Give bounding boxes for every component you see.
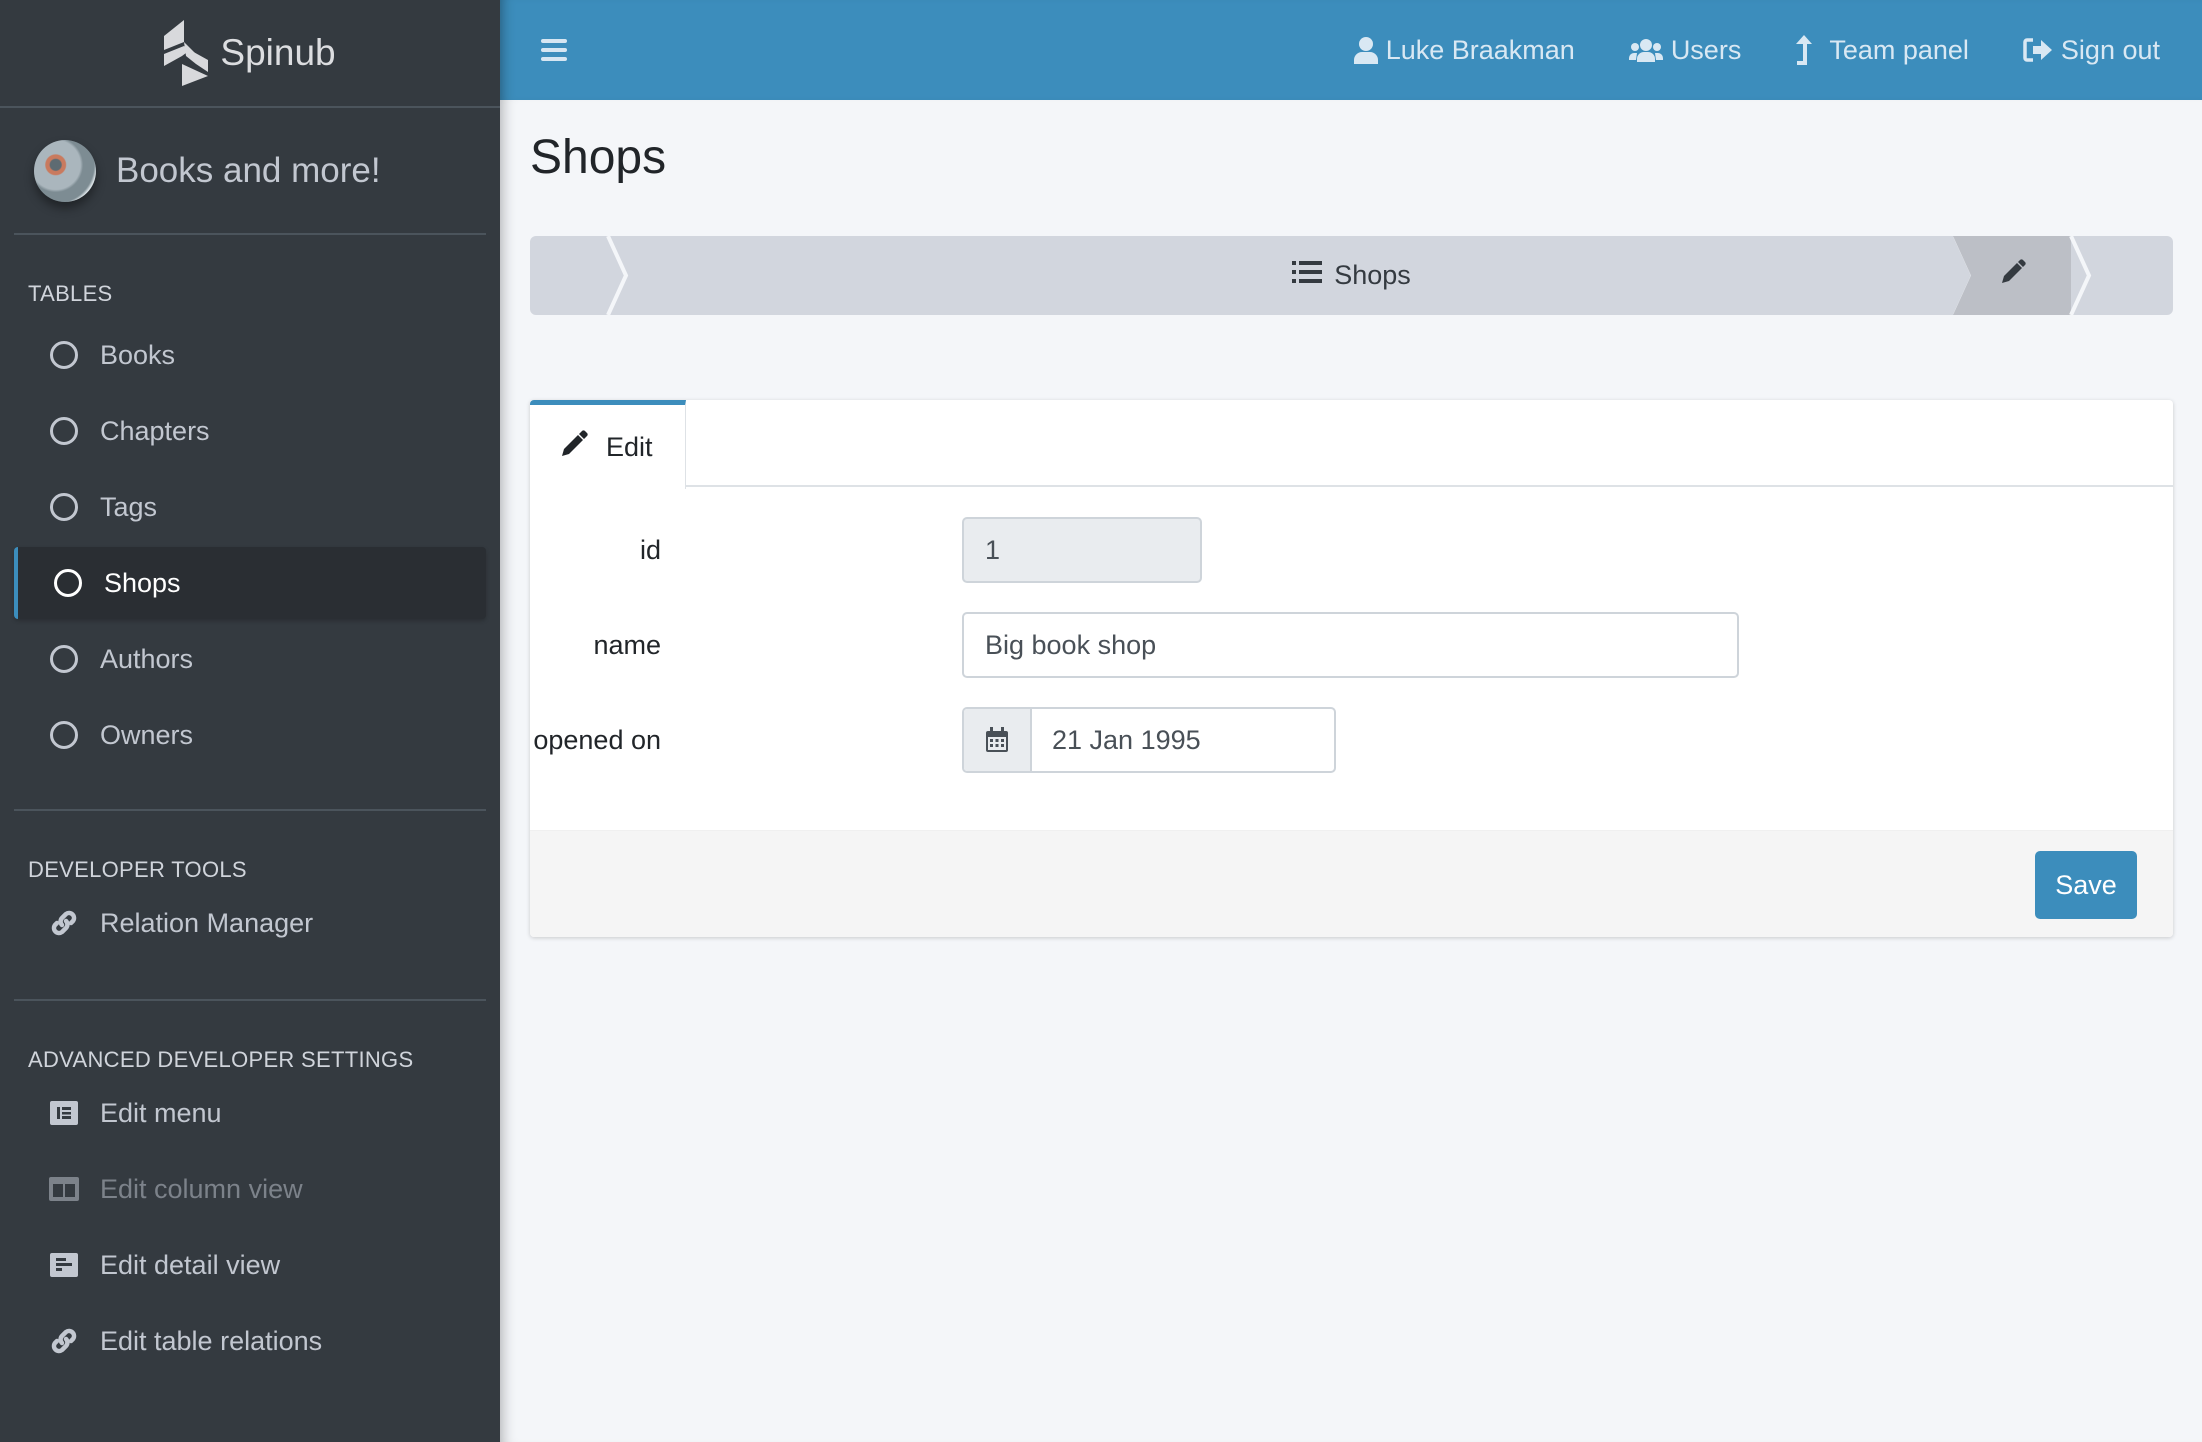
sidebar-item-label: Authors (100, 643, 194, 674)
sidebar-divider (14, 809, 486, 811)
form-row-id: id 1 (530, 517, 2173, 583)
breadcrumb-separator (2069, 236, 2092, 315)
section-header-developer-tools: DEVELOPER TOOLS (28, 857, 247, 882)
sign-out-link[interactable]: Sign out (2023, 35, 2160, 66)
sidebar-item-authors[interactable]: Authors (14, 623, 486, 695)
circle-icon (53, 568, 83, 598)
hamburger-menu-button[interactable] (541, 39, 567, 61)
tab-bar: Edit (530, 400, 2173, 489)
sign-out-label: Sign out (2060, 34, 2160, 65)
pencil-icon (560, 429, 588, 465)
brand-name: Spinub (220, 32, 336, 73)
id-field[interactable]: 1 (962, 517, 1202, 583)
breadcrumb-shops[interactable]: Shops (1292, 260, 1411, 291)
detail-view-icon (49, 1250, 79, 1280)
user-name: Luke Braakman (1385, 34, 1575, 65)
tables-nav: Books Chapters Tags Shops Authors Owners (14, 319, 486, 771)
sidebar-item-label: Relation Manager (100, 907, 314, 938)
topbar: Luke Braakman Users Team panel Sign out (500, 0, 2202, 100)
link-icon (49, 908, 79, 938)
spinub-logo-icon (164, 20, 209, 86)
page-title: Shops (530, 131, 667, 184)
section-header-tables: TABLES (28, 281, 113, 306)
main-content: Shops Shops Edit id 1 name Big book shop… (500, 100, 2202, 1442)
opened-on-label: opened on (533, 724, 661, 755)
sidebar-item-shops[interactable]: Shops (14, 547, 486, 619)
opened-on-date-picker: 21 Jan 1995 (962, 707, 1336, 773)
list-icon (1292, 260, 1323, 291)
sidebar-item-label: Edit table relations (100, 1325, 323, 1356)
sidebar-item-label: Shops (104, 567, 181, 598)
project-name: Books and more! (116, 150, 381, 190)
calendar-icon[interactable] (964, 709, 1032, 771)
user-profile-link[interactable]: Luke Braakman (1353, 34, 1575, 66)
users-link[interactable]: Users (1628, 34, 1742, 66)
sidebar-item-label: Edit detail view (100, 1249, 281, 1280)
breadcrumb-label: Shops (1334, 260, 1411, 290)
project-avatar (34, 139, 96, 202)
hamburger-bar (541, 39, 567, 43)
breadcrumb-current-wrap: Shops (530, 236, 2173, 315)
sidebar-item-label: Owners (100, 719, 194, 750)
opened-on-field[interactable]: 21 Jan 1995 (1032, 709, 1334, 771)
name-label: name (593, 629, 661, 660)
sidebar: Spinub Books and more! TABLES Books Chap… (0, 0, 500, 1442)
circle-icon (49, 644, 79, 674)
project-panel[interactable]: Books and more! (14, 108, 486, 235)
save-button[interactable]: Save (2035, 851, 2137, 919)
sidebar-item-chapters[interactable]: Chapters (14, 395, 486, 467)
sidebar-item-label: Tags (100, 491, 158, 522)
card-footer: Save (530, 830, 2173, 937)
circle-icon (49, 720, 79, 750)
sidebar-item-relation-manager[interactable]: Relation Manager (14, 887, 486, 959)
sidebar-item-edit-column-view[interactable]: Edit column view (14, 1153, 486, 1225)
pencil-icon (1998, 259, 2026, 292)
sidebar-item-books[interactable]: Books (14, 319, 486, 391)
sidebar-item-label: Edit menu (100, 1097, 222, 1128)
form-row-opened-on: opened on 21 Jan 1995 (530, 707, 2173, 773)
name-field[interactable]: Big book shop (962, 612, 1739, 678)
sidebar-item-owners[interactable]: Owners (14, 699, 486, 771)
circle-icon (49, 340, 79, 370)
sidebar-item-label: Edit column view (100, 1173, 303, 1204)
hamburger-bar (541, 57, 567, 61)
users-label: Users (1670, 34, 1742, 65)
sidebar-item-edit-table-relations[interactable]: Edit table relations (14, 1305, 486, 1377)
sidebar-item-edit-detail-view[interactable]: Edit detail view (14, 1229, 486, 1301)
hamburger-bar (541, 48, 567, 52)
level-up-icon (1795, 35, 1813, 65)
menu-list-icon (49, 1098, 79, 1128)
circle-icon (49, 492, 79, 522)
tab-edit[interactable]: Edit (530, 400, 686, 489)
sidebar-divider (14, 999, 486, 1001)
team-panel-link[interactable]: Team panel (1795, 35, 1969, 66)
sidebar-item-tags[interactable]: Tags (14, 471, 486, 543)
section-header-advanced-developer-settings: ADVANCED DEVELOPER SETTINGS (28, 1047, 414, 1072)
link-icon (49, 1326, 79, 1356)
team-panel-label: Team panel (1829, 34, 1969, 65)
sidebar-item-edit-menu[interactable]: Edit menu (14, 1077, 486, 1149)
form-row-name: name Big book shop (530, 612, 2173, 678)
breadcrumb-separator (606, 236, 629, 315)
sidebar-item-label: Books (100, 339, 176, 370)
developer-tools-nav: Relation Manager (14, 887, 486, 959)
tab-label: Edit (606, 431, 653, 462)
brand[interactable]: Spinub (0, 0, 500, 108)
users-icon (1628, 38, 1663, 62)
user-icon (1353, 36, 1378, 64)
edit-card: Edit id 1 name Big book shop opened on 2… (530, 400, 2173, 937)
circle-icon (49, 416, 79, 446)
advanced-settings-nav: Edit menu Edit column view Edit detail v… (14, 1077, 486, 1377)
columns-icon (49, 1174, 79, 1204)
topbar-nav: Luke Braakman Users Team panel Sign out (1300, 35, 2160, 66)
sign-out-icon (2023, 38, 2053, 62)
breadcrumb: Shops (530, 236, 2173, 315)
id-label: id (639, 534, 661, 565)
sidebar-item-label: Chapters (100, 415, 210, 446)
